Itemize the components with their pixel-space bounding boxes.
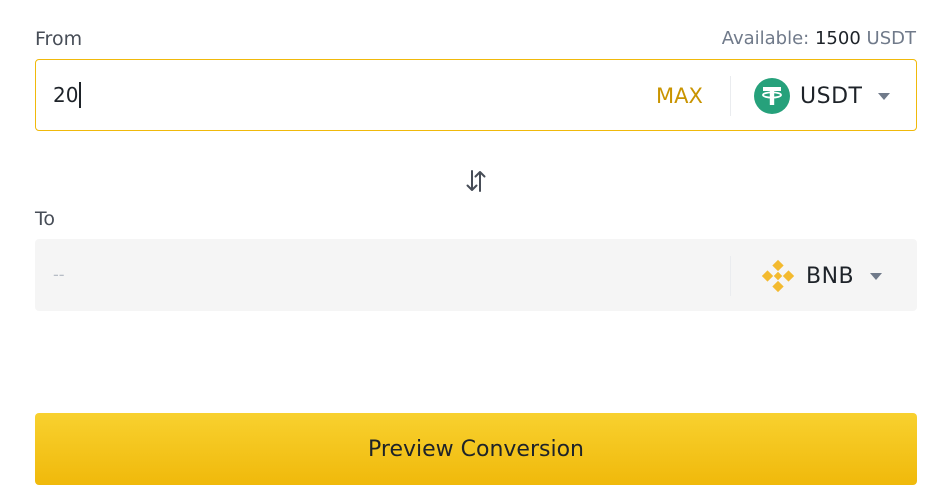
preview-conversion-label: Preview Conversion bbox=[368, 436, 584, 462]
from-label: From bbox=[35, 28, 83, 50]
from-amount-field[interactable]: 20 MAX USDT bbox=[35, 59, 917, 131]
from-amount-value: 20 bbox=[53, 83, 79, 107]
to-coin-select[interactable]: BNB bbox=[760, 256, 883, 296]
text-cursor bbox=[79, 82, 82, 108]
to-amount-field[interactable]: -- BNB bbox=[35, 239, 917, 311]
preview-conversion-button[interactable]: Preview Conversion bbox=[35, 413, 917, 485]
chevron-down-icon bbox=[870, 272, 883, 280]
swap-arrows-icon[interactable] bbox=[464, 168, 488, 194]
available-unit: USDT bbox=[866, 28, 916, 49]
from-amount-input[interactable]: 20 bbox=[53, 80, 613, 110]
divider bbox=[730, 256, 731, 296]
from-coin-select[interactable]: USDT bbox=[754, 76, 891, 116]
bnb-icon bbox=[760, 258, 796, 294]
to-amount-input[interactable]: -- bbox=[53, 260, 613, 290]
max-button[interactable]: MAX bbox=[656, 81, 703, 111]
available-balance: Available: 1500 USDT bbox=[722, 27, 916, 51]
to-coin-name: BNB bbox=[806, 263, 855, 289]
to-amount-placeholder: -- bbox=[53, 265, 65, 284]
convert-panel: From Available: 1500 USDT 20 MAX USDT To… bbox=[0, 0, 949, 503]
available-label: Available: bbox=[721, 28, 810, 49]
tether-icon bbox=[754, 78, 790, 114]
to-label: To bbox=[35, 208, 56, 230]
chevron-down-icon bbox=[878, 92, 891, 100]
from-coin-name: USDT bbox=[800, 83, 863, 109]
available-amount: 1500 bbox=[814, 28, 861, 49]
divider bbox=[730, 76, 731, 116]
